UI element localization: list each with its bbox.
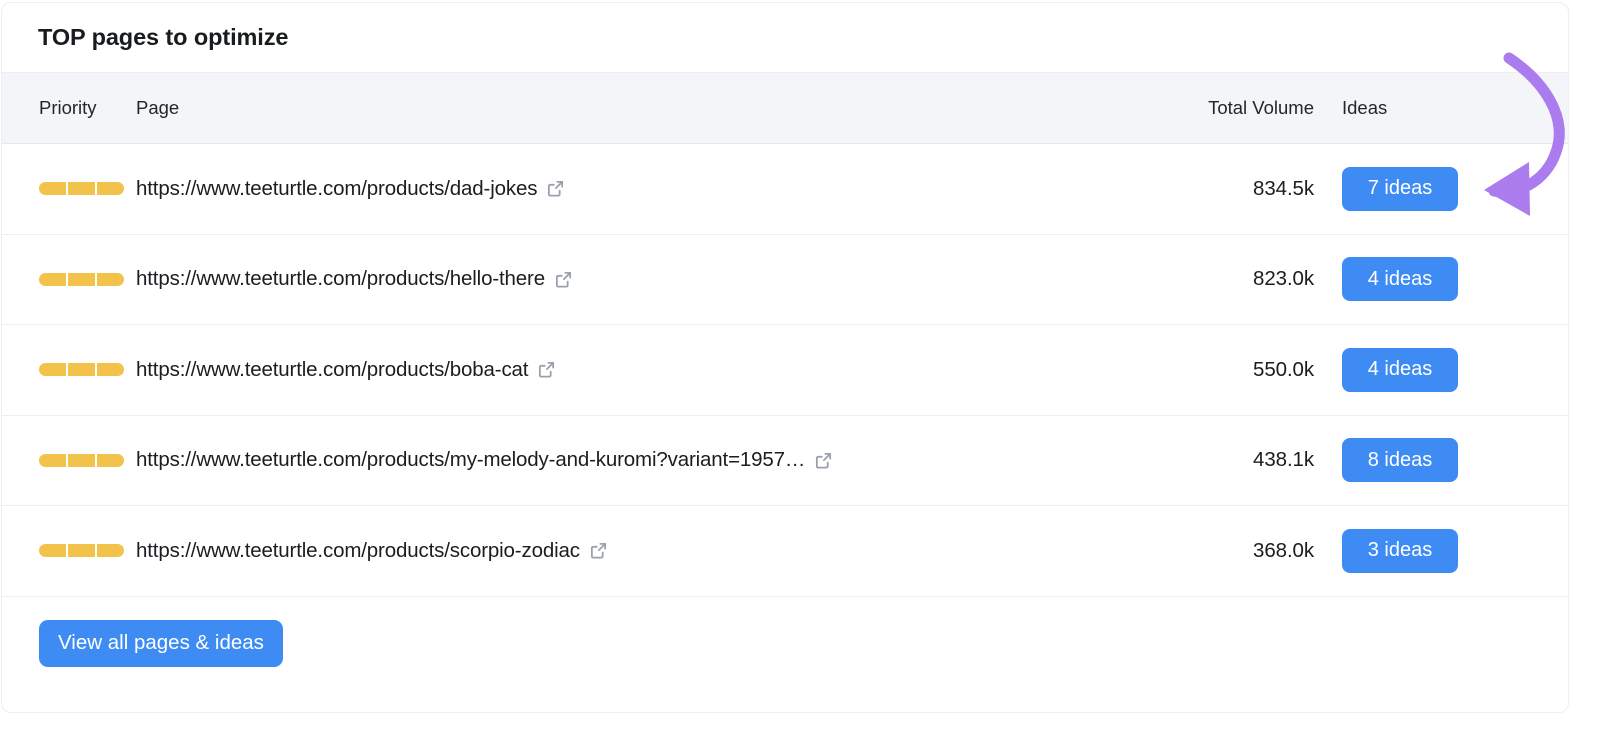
page-cell: https://www.teeturtle.com/products/scorp… xyxy=(132,539,1145,563)
ideas-badge[interactable]: 4 ideas xyxy=(1342,347,1458,392)
ideas-cell: 4 ideas xyxy=(1340,257,1568,302)
priority-segment xyxy=(68,453,95,467)
total-volume-value: 550.0k xyxy=(1253,357,1314,381)
external-link-icon[interactable] xyxy=(537,360,556,379)
priority-bar xyxy=(39,453,124,467)
table-row[interactable]: https://www.teeturtle.com/products/boba-… xyxy=(2,325,1568,416)
card-footer: View all pages & ideas xyxy=(2,597,1568,690)
page-url-link[interactable]: https://www.teeturtle.com/products/boba-… xyxy=(136,358,529,382)
priority-segment xyxy=(68,544,95,558)
total-volume-value: 823.0k xyxy=(1253,267,1314,291)
priority-cell xyxy=(2,363,132,377)
priority-segment xyxy=(39,544,66,558)
top-pages-table: Priority Page Total Volume Ideas https:/… xyxy=(2,73,1568,597)
priority-segment xyxy=(39,182,66,196)
page-cell: https://www.teeturtle.com/products/my-me… xyxy=(132,448,1145,472)
column-header-page[interactable]: Page xyxy=(132,97,1145,119)
priority-bar xyxy=(39,272,124,286)
total-volume-cell: 438.1k xyxy=(1145,448,1340,472)
view-all-pages-and-ideas-button[interactable]: View all pages & ideas xyxy=(39,619,283,667)
table-header-row: Priority Page Total Volume Ideas xyxy=(2,73,1568,144)
priority-segment xyxy=(97,544,124,558)
priority-segment xyxy=(97,272,124,286)
priority-bar xyxy=(39,182,124,196)
column-header-total-volume[interactable]: Total Volume xyxy=(1145,97,1340,119)
priority-cell xyxy=(2,453,132,467)
external-link-icon[interactable] xyxy=(546,179,565,198)
table-row[interactable]: https://www.teeturtle.com/products/hello… xyxy=(2,234,1568,325)
page-title: TOP pages to optimize xyxy=(38,24,289,50)
total-volume-cell: 823.0k xyxy=(1145,267,1340,291)
priority-bar xyxy=(39,363,124,377)
page-url-link[interactable]: https://www.teeturtle.com/products/hello… xyxy=(136,267,545,291)
external-link-icon[interactable] xyxy=(814,451,833,470)
priority-segment xyxy=(97,453,124,467)
priority-cell xyxy=(2,272,132,286)
page-url-link[interactable]: https://www.teeturtle.com/products/scorp… xyxy=(136,539,580,563)
page-url-link[interactable]: https://www.teeturtle.com/products/dad-j… xyxy=(136,177,537,201)
page-cell: https://www.teeturtle.com/products/boba-… xyxy=(132,358,1145,382)
page-url-link[interactable]: https://www.teeturtle.com/products/my-me… xyxy=(136,448,805,472)
priority-segment xyxy=(68,363,95,377)
priority-segment xyxy=(97,363,124,377)
ideas-cell: 3 ideas xyxy=(1340,528,1568,573)
priority-segment xyxy=(39,363,66,377)
priority-cell xyxy=(2,544,132,558)
ideas-cell: 7 ideas xyxy=(1340,166,1568,211)
table-row[interactable]: https://www.teeturtle.com/products/scorp… xyxy=(2,506,1568,597)
total-volume-value: 368.0k xyxy=(1253,538,1314,562)
priority-segment xyxy=(39,453,66,467)
table-row[interactable]: https://www.teeturtle.com/products/my-me… xyxy=(2,415,1568,506)
total-volume-value: 438.1k xyxy=(1253,448,1314,472)
card-header: TOP pages to optimize xyxy=(2,3,1568,73)
ideas-cell: 8 ideas xyxy=(1340,438,1568,483)
table-row[interactable]: https://www.teeturtle.com/products/dad-j… xyxy=(2,144,1568,235)
ideas-badge[interactable]: 8 ideas xyxy=(1342,438,1458,483)
ideas-badge[interactable]: 4 ideas xyxy=(1342,257,1458,302)
total-volume-cell: 368.0k xyxy=(1145,539,1340,563)
total-volume-value: 834.5k xyxy=(1253,176,1314,200)
priority-bar xyxy=(39,544,124,558)
priority-segment xyxy=(68,272,95,286)
ideas-badge[interactable]: 7 ideas xyxy=(1342,166,1458,211)
external-link-icon[interactable] xyxy=(589,541,608,560)
total-volume-cell: 550.0k xyxy=(1145,358,1340,382)
page-cell: https://www.teeturtle.com/products/hello… xyxy=(132,267,1145,291)
priority-cell xyxy=(2,182,132,196)
column-header-priority[interactable]: Priority xyxy=(2,97,132,119)
column-header-ideas[interactable]: Ideas xyxy=(1340,97,1568,119)
priority-segment xyxy=(39,272,66,286)
top-pages-card: TOP pages to optimize Priority Page Tota… xyxy=(1,2,1569,713)
total-volume-cell: 834.5k xyxy=(1145,177,1340,201)
ideas-badge[interactable]: 3 ideas xyxy=(1342,528,1458,573)
priority-segment xyxy=(68,182,95,196)
ideas-cell: 4 ideas xyxy=(1340,347,1568,392)
external-link-icon[interactable] xyxy=(554,270,573,289)
page-cell: https://www.teeturtle.com/products/dad-j… xyxy=(132,177,1145,201)
screenshot-root: TOP pages to optimize Priority Page Tota… xyxy=(0,0,1600,729)
priority-segment xyxy=(97,182,124,196)
